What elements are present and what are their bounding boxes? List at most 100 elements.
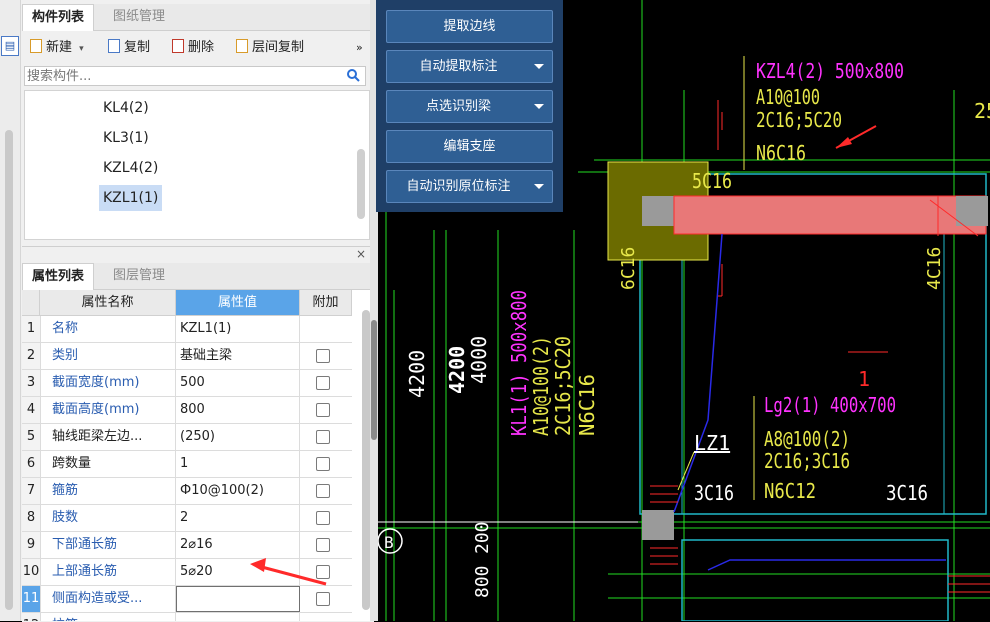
- chevron-down-icon[interactable]: [534, 64, 544, 69]
- row-number: 12: [22, 613, 41, 621]
- property-value[interactable]: (250): [176, 424, 300, 450]
- extract-edge-label: 提取边线: [443, 19, 496, 34]
- property-value[interactable]: 500: [176, 370, 300, 396]
- dim-4000-label: 4000: [467, 336, 491, 384]
- layer-copy-button[interactable]: 层间复制: [236, 39, 304, 57]
- extra-checkbox[interactable]: [316, 592, 330, 606]
- left-strip-scrollbar[interactable]: [5, 130, 13, 610]
- extra-checkbox[interactable]: [316, 538, 330, 552]
- property-value[interactable]: 2: [176, 505, 300, 531]
- panel-toggle-icon[interactable]: ▤: [1, 36, 19, 56]
- component-tabbar: 构件列表 图纸管理: [22, 4, 370, 31]
- dim-200-label: 200: [472, 521, 493, 554]
- table-row[interactable]: 9 下部通长筋 2⌀16: [22, 532, 352, 559]
- property-name: 轴线距梁左边...: [40, 424, 176, 450]
- left-panel: ▤ 构件列表 图纸管理 新建 ▾ 复制 删除 层间复制 » 搜索构件... KL…: [0, 0, 376, 622]
- dim-4200-a-label: 4200: [405, 350, 429, 398]
- property-name: 肢数: [40, 505, 176, 531]
- property-name: 上部通长筋: [40, 559, 176, 585]
- list-item[interactable]: KZL4(2): [99, 155, 162, 181]
- row-number: 10: [22, 559, 41, 585]
- property-value[interactable]: 5⌀20: [176, 559, 300, 585]
- column-header-name: 属性名称: [40, 290, 176, 316]
- extra-checkbox[interactable]: [316, 349, 330, 363]
- table-row[interactable]: 5 轴线距梁左边... (250): [22, 424, 352, 451]
- property-value[interactable]: Ф10@100(2): [176, 478, 300, 504]
- layer-copy-icon: [236, 39, 248, 53]
- table-row[interactable]: 3 截面宽度(mm) 500: [22, 370, 352, 397]
- extra-checkbox[interactable]: [316, 565, 330, 579]
- table-row[interactable]: 10 上部通长筋 5⌀20: [22, 559, 352, 586]
- table-row[interactable]: 1 名称 KZL1(1): [22, 316, 352, 343]
- extra-checkbox[interactable]: [316, 484, 330, 498]
- copy-button[interactable]: 复制: [108, 39, 150, 57]
- auto-recognize-original-label-button[interactable]: 自动识别原位标注: [386, 170, 553, 203]
- property-grid-scrollbar[interactable]: [362, 310, 370, 610]
- table-row[interactable]: 2 类别 基础主梁: [22, 343, 352, 370]
- tab-property-list[interactable]: 属性列表: [22, 263, 95, 290]
- pick-beam-button[interactable]: 点选识别梁: [386, 90, 553, 123]
- tab-drawing-manage[interactable]: 图纸管理: [104, 4, 174, 30]
- mark-1-label: 1: [858, 367, 870, 391]
- kl1-bars-label: 2C16;5C20: [551, 336, 575, 436]
- column-header-value: 属性值: [176, 290, 300, 316]
- property-name: 箍筋: [40, 478, 176, 504]
- column-header-extra: 附加: [300, 290, 352, 316]
- extra-checkbox[interactable]: [316, 430, 330, 444]
- row-number: 9: [22, 532, 41, 558]
- chevron-down-icon[interactable]: [534, 104, 544, 109]
- property-value[interactable]: [176, 586, 300, 612]
- auto-recognize-label: 自动识别原位标注: [406, 179, 511, 194]
- table-row[interactable]: 6 跨数量 1: [22, 451, 352, 478]
- property-value[interactable]: 基础主梁: [176, 343, 300, 369]
- lg2-bars-label: 2C16;3C16: [764, 449, 850, 473]
- lg2-stirrup-label: A8@100(2): [764, 427, 850, 451]
- extract-edge-button[interactable]: 提取边线: [386, 10, 553, 43]
- extra-checkbox[interactable]: [316, 457, 330, 471]
- property-name: 名称: [40, 316, 176, 342]
- splitter-handle[interactable]: [371, 320, 377, 440]
- extra-checkbox[interactable]: [316, 511, 330, 525]
- chevron-down-icon[interactable]: [534, 184, 544, 189]
- property-grid: 属性名称 属性值 附加 1 名称 KZL1(1) 2 类别 基础主梁 3 截面宽度(mm) 50…: [22, 290, 374, 621]
- property-value[interactable]: [176, 613, 300, 621]
- property-value[interactable]: 800: [176, 397, 300, 423]
- new-label: 新建: [46, 40, 73, 55]
- top-bar-label: 5C16: [692, 169, 732, 193]
- row-number: 5: [22, 424, 41, 450]
- tab-component-list[interactable]: 构件列表: [22, 4, 95, 31]
- bar-3c16-right-label: 3C16: [886, 481, 928, 505]
- extra-checkbox[interactable]: [316, 403, 330, 417]
- delete-button[interactable]: 删除: [172, 39, 214, 57]
- left-bar-label: 6C16: [618, 247, 639, 290]
- auto-extract-label-text: 自动提取标注: [419, 59, 498, 74]
- component-list-scrollbar[interactable]: [357, 149, 365, 219]
- tab-layer-manage[interactable]: 图层管理: [104, 263, 174, 289]
- kl1-side-label: N6C16: [575, 374, 599, 436]
- list-item-selected[interactable]: KZL1(1): [99, 185, 163, 211]
- kl1-stirrup-label: A10@100(2): [529, 336, 553, 436]
- edit-support-button[interactable]: 编辑支座: [386, 130, 553, 163]
- right-cut-label: 25: [974, 99, 990, 123]
- search-icon[interactable]: [347, 69, 360, 82]
- dim-4200-b-label: 4200: [445, 346, 469, 394]
- table-row[interactable]: 4 截面高度(mm) 800: [22, 397, 352, 424]
- list-item[interactable]: KL3(1): [99, 125, 153, 151]
- toolbar-more-button[interactable]: »: [356, 39, 363, 57]
- search-input[interactable]: 搜索构件...: [24, 66, 366, 86]
- property-value[interactable]: KZL1(1): [176, 316, 300, 342]
- table-row[interactable]: 12拉筋: [22, 613, 352, 621]
- list-item[interactable]: KL4(2): [99, 95, 153, 121]
- property-value[interactable]: 1: [176, 451, 300, 477]
- extra-checkbox[interactable]: [316, 376, 330, 390]
- kzl4-stirrup-label: A10@100: [756, 85, 820, 109]
- property-value[interactable]: 2⌀16: [176, 532, 300, 558]
- new-button[interactable]: 新建 ▾: [30, 39, 84, 57]
- search-placeholder: 搜索构件...: [27, 69, 92, 84]
- auto-extract-label-button[interactable]: 自动提取标注: [386, 50, 553, 83]
- table-row[interactable]: 8 肢数 2: [22, 505, 352, 532]
- table-row[interactable]: 11 侧面构造或受...: [22, 586, 352, 613]
- property-name: 拉筋: [40, 613, 176, 621]
- close-icon[interactable]: ×: [356, 247, 366, 261]
- table-row[interactable]: 7 箍筋 Ф10@100(2): [22, 478, 352, 505]
